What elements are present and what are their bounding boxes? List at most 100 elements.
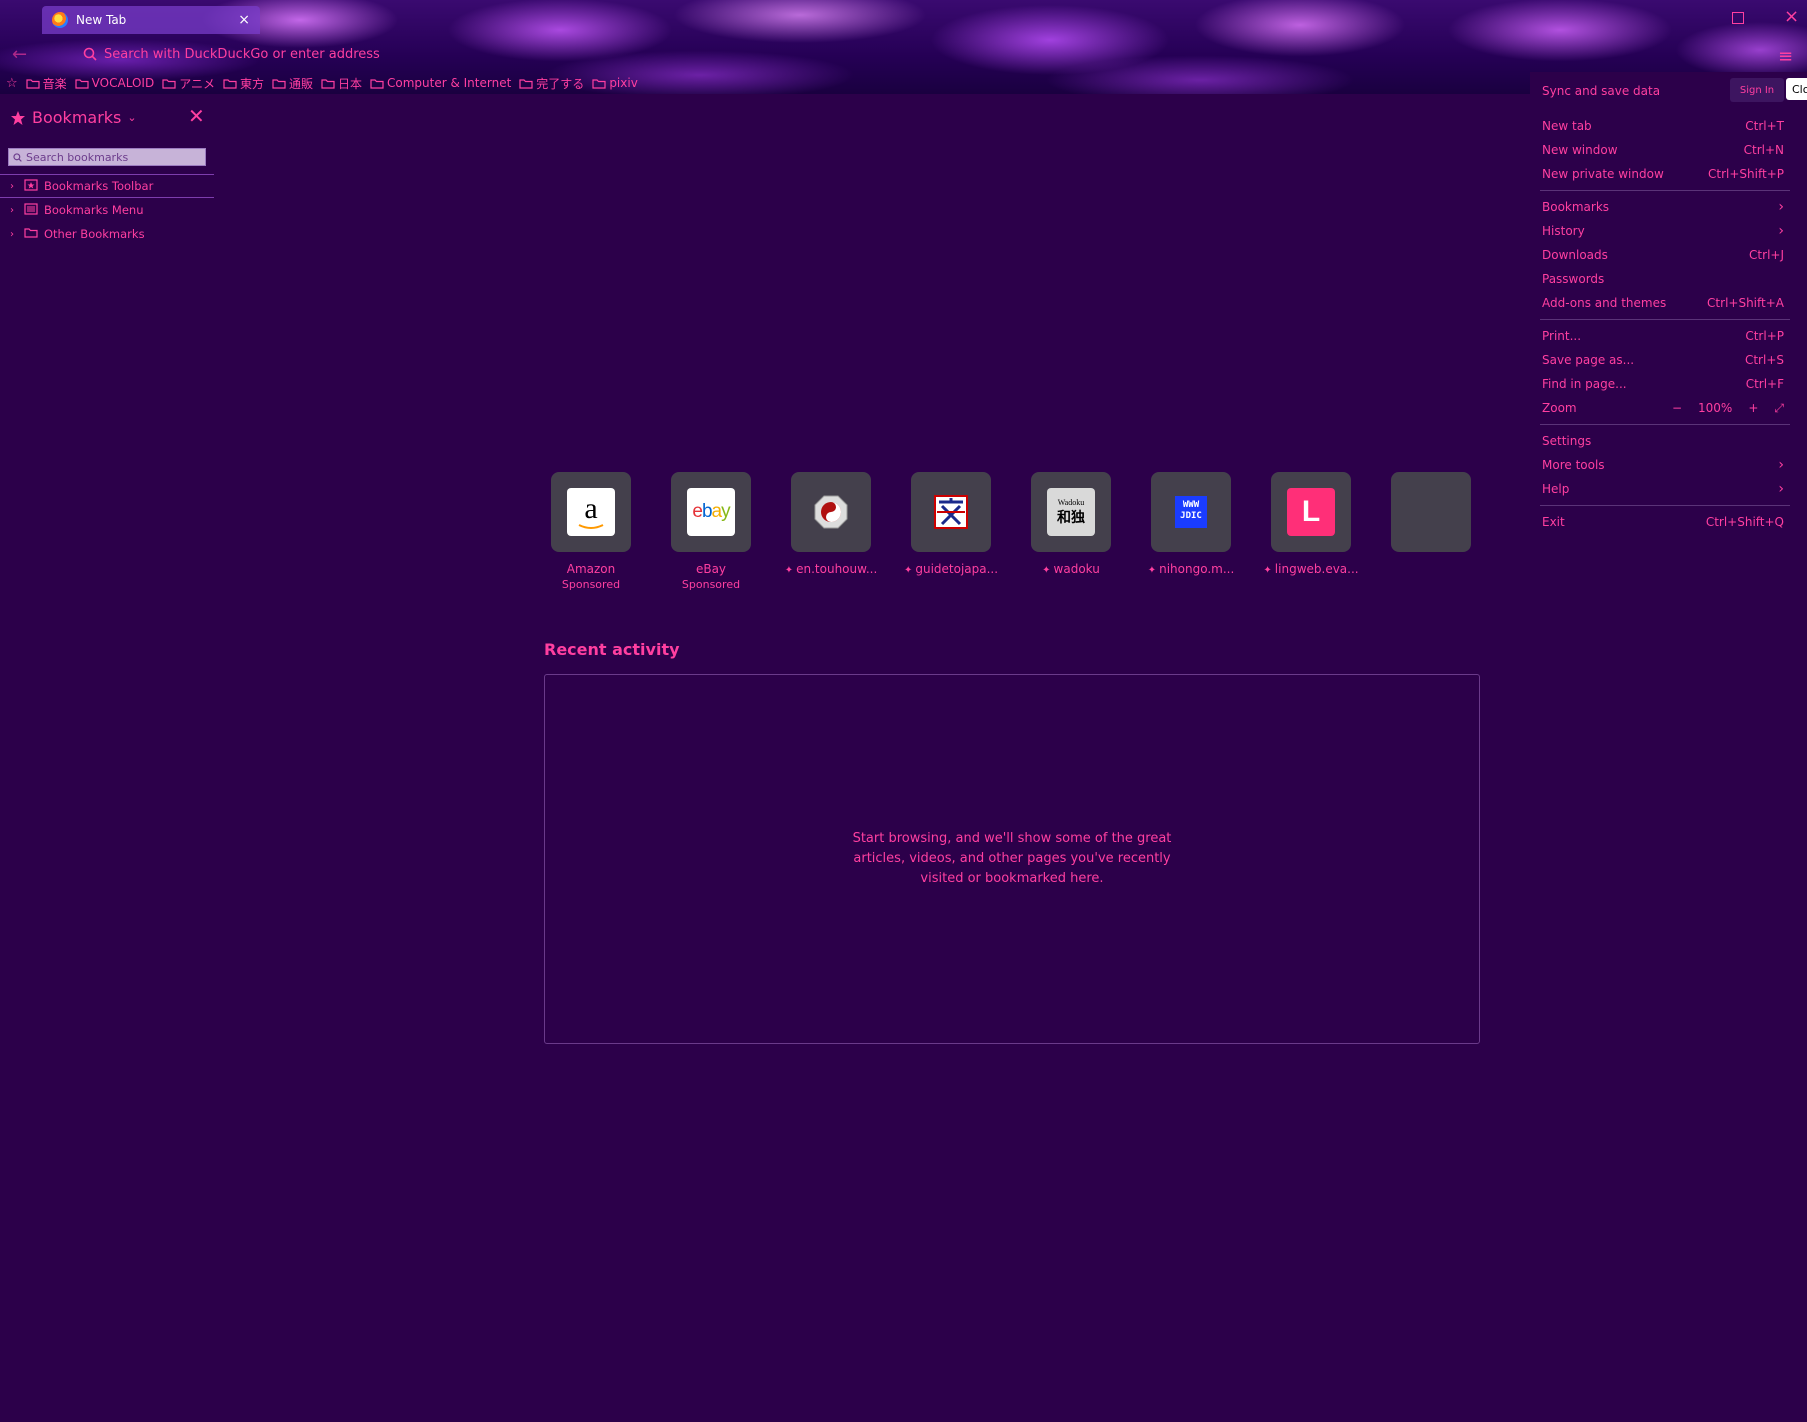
chevron-right-icon[interactable]: › <box>10 229 18 240</box>
top-site-title: wadoku <box>1053 562 1100 576</box>
folder-icon <box>272 78 286 89</box>
bookmark-folder[interactable]: 東方 <box>223 75 264 92</box>
sidebar-header[interactable]: Bookmarks ⌄ <box>10 108 137 127</box>
zoom-level[interactable]: 100% <box>1698 401 1732 415</box>
menu-item[interactable]: New window Ctrl+N <box>1530 138 1790 162</box>
top-site[interactable]: a Amazon Sponsored <box>551 472 631 591</box>
touhou-yinyang-icon <box>807 488 855 536</box>
lingweb-logo-icon: L <box>1287 488 1335 536</box>
bookmark-tree-label: Other Bookmarks <box>44 227 145 241</box>
firefox-icon <box>52 12 68 28</box>
menu-item[interactable]: Downloads Ctrl+J <box>1530 243 1790 267</box>
close-button[interactable]: Clo <box>1786 78 1807 100</box>
menu-shortcut: Ctrl+J <box>1749 248 1784 262</box>
pin-icon: ✦ <box>1263 565 1272 576</box>
maximize-icon[interactable] <box>1732 12 1744 24</box>
bookmark-folder[interactable]: 音楽 <box>26 75 67 92</box>
top-site-tile[interactable] <box>911 472 991 552</box>
bookmark-folder[interactable]: 通販 <box>272 75 313 92</box>
bookmark-tree-item[interactable]: › Other Bookmarks <box>0 222 214 246</box>
url-bar-input[interactable]: Search with DuckDuckGo or enter address <box>104 47 380 62</box>
bookmark-folder-label: 通販 <box>288 76 313 91</box>
app-menu-panel: Sync and save data Sign In Clo New tab Ct… <box>1530 72 1807 542</box>
chevron-right-icon[interactable]: › <box>10 205 18 216</box>
bookmark-folder-label: pixiv <box>609 76 638 90</box>
bookmark-folder[interactable]: VOCALOID <box>75 76 155 90</box>
bookmark-tree-item[interactable]: › Bookmarks Menu <box>0 198 214 222</box>
tab-close-icon[interactable]: × <box>238 12 250 28</box>
folder-icon <box>370 78 384 89</box>
tab-new-tab[interactable]: New Tab × <box>42 6 260 34</box>
top-site[interactable]: ✦ guidetojapa... <box>904 472 998 591</box>
bookmark-folder-label: VOCALOID <box>91 76 155 90</box>
menu-item-label: Find in page... <box>1542 377 1627 391</box>
top-site[interactable]: L ✦ lingweb.eva... <box>1263 472 1359 591</box>
menu-divider <box>1540 505 1790 506</box>
menu-item[interactable]: Add-ons and themes Ctrl+Shift+A <box>1530 291 1790 315</box>
top-site-label: Amazon <box>567 562 616 576</box>
menu-item[interactable]: Exit Ctrl+Shift+Q <box>1530 510 1790 534</box>
menu-item[interactable]: Help › <box>1530 477 1790 501</box>
top-site-title: Amazon <box>566 562 616 576</box>
menu-item[interactable]: New private window Ctrl+Shift+P <box>1530 162 1790 186</box>
bookmark-folder[interactable]: アニメ <box>162 75 215 92</box>
menu-item-label: Help <box>1542 482 1570 496</box>
top-site-tile[interactable] <box>1391 472 1471 552</box>
menu-shortcut: Ctrl+Shift+A <box>1707 296 1784 310</box>
top-site-title: lingweb.eva... <box>1274 562 1359 576</box>
bookmark-folder[interactable]: Computer & Internet <box>370 76 511 90</box>
zoom-out-button[interactable]: − <box>1672 401 1682 415</box>
top-site-tile[interactable]: L <box>1271 472 1351 552</box>
bookmark-search-input[interactable] <box>26 150 196 164</box>
bookmarks-toolbar: ☆ 音楽 VOCALOID アニメ 東方 通販 日本 Computer & Internet… <box>6 74 638 92</box>
top-site-tile[interactable]: ebay <box>671 472 751 552</box>
bookmark-folder-label: 完了する <box>536 76 585 91</box>
top-site-tile[interactable]: a <box>551 472 631 552</box>
bookmark-tree: › Bookmarks Toolbar › Bookmarks Menu › Other … <box>0 174 214 246</box>
top-site[interactable]: Wadoku 和独 ✦ wadoku <box>1031 472 1111 591</box>
sidebar-close-icon[interactable]: ✕ <box>188 104 205 128</box>
top-site-label: ✦ nihongo.m... <box>1148 562 1235 576</box>
menu-item[interactable]: Bookmarks › <box>1530 195 1790 219</box>
menu-item-label: New window <box>1542 143 1618 157</box>
bookmark-folder[interactable]: pixiv <box>592 76 638 90</box>
top-site[interactable]: ✦ en.touhouw... <box>785 472 877 591</box>
fullscreen-icon[interactable]: ⤢ <box>1774 401 1784 416</box>
bookmark-tree-item[interactable]: › Bookmarks Toolbar <box>0 174 214 198</box>
app-menu-button[interactable]: ≡ <box>1778 46 1793 67</box>
zoom-controls: − 100% + ⤢ <box>1672 401 1784 416</box>
top-site-label: ✦ wadoku <box>1042 562 1100 576</box>
menu-item[interactable]: More tools › <box>1530 453 1790 477</box>
window-close-icon[interactable]: × <box>1784 6 1799 27</box>
menu-item[interactable]: Settings <box>1530 429 1790 453</box>
menu-item[interactable]: Find in page... Ctrl+F <box>1530 372 1790 396</box>
bookmark-folder[interactable]: 日本 <box>321 75 362 92</box>
top-site[interactable] <box>1391 472 1471 591</box>
back-button[interactable]: ← <box>12 44 27 65</box>
folder-icon <box>223 78 237 89</box>
bookmark-star-icon[interactable]: ☆ <box>6 76 18 91</box>
top-site-tile[interactable] <box>791 472 871 552</box>
menu-item-label: Add-ons and themes <box>1542 296 1667 310</box>
menu-item[interactable]: Passwords <box>1530 267 1790 291</box>
menu-item[interactable]: History › <box>1530 219 1790 243</box>
top-site-tile[interactable]: WWW JDIC <box>1151 472 1231 552</box>
menu-shortcut: Ctrl+Shift+Q <box>1705 515 1784 529</box>
recent-activity-heading: Recent activity <box>544 640 680 659</box>
menu-item[interactable]: Save page as... Ctrl+S <box>1530 348 1790 372</box>
menu-item[interactable]: New tab Ctrl+T <box>1530 114 1790 138</box>
folder-icon <box>162 78 176 89</box>
sync-label[interactable]: Sync and save data <box>1542 84 1660 98</box>
menu-item-label: New tab <box>1542 119 1592 133</box>
bookmark-folder[interactable]: 完了する <box>519 75 584 92</box>
menu-item[interactable]: Print... Ctrl+P <box>1530 324 1790 348</box>
menu-item[interactable]: Zoom − 100% + ⤢ <box>1530 396 1790 420</box>
zoom-in-button[interactable]: + <box>1748 401 1758 415</box>
sign-in-button[interactable]: Sign In <box>1730 78 1784 102</box>
pin-icon: ✦ <box>1147 565 1157 576</box>
top-site[interactable]: WWW JDIC ✦ nihongo.m... <box>1148 472 1234 591</box>
ebay-logo-icon: ebay <box>687 488 735 536</box>
chevron-right-icon[interactable]: › <box>10 181 18 192</box>
top-site-tile[interactable]: Wadoku 和独 <box>1031 472 1111 552</box>
top-site[interactable]: ebay eBay Sponsored <box>671 472 751 591</box>
